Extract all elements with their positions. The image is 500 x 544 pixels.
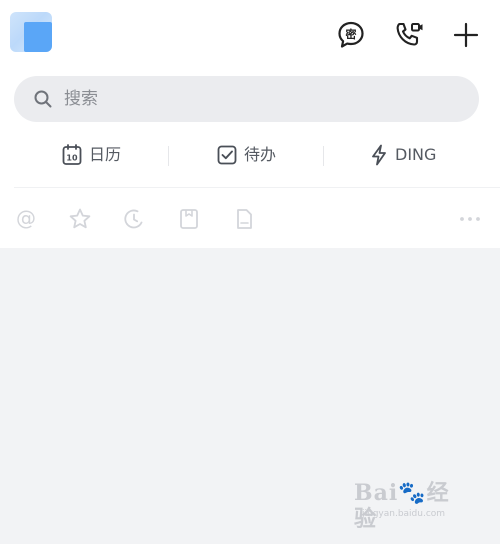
quick-action-label: DING [395, 145, 437, 164]
svg-text:@: @ [16, 207, 36, 230]
divider [14, 187, 500, 188]
documents-button[interactable] [176, 206, 202, 232]
calendar-icon: 10 [62, 144, 82, 165]
calendar-badge: 10 [66, 154, 78, 163]
search-bar[interactable]: 搜索 [14, 76, 479, 122]
secret-chat-glyph: 密 [346, 27, 357, 41]
watermark: Bai🐾经验 jingyan.baidu.com [354, 480, 466, 532]
lightning-icon [372, 144, 386, 166]
more-button[interactable] [455, 206, 485, 232]
file-icon [237, 209, 252, 229]
secret-chat-button[interactable]: 密 [334, 18, 368, 52]
add-button[interactable] [449, 18, 483, 52]
at-icon: @ [16, 207, 36, 230]
phone-video-icon [396, 22, 423, 46]
separator [323, 146, 324, 166]
recent-button[interactable] [121, 206, 147, 232]
favorites-button[interactable] [67, 206, 93, 232]
quick-action-ding[interactable]: DING [370, 142, 436, 168]
quick-action-calendar[interactable]: 10 日历 [62, 142, 121, 168]
star-icon [69, 208, 91, 229]
phone-video-button[interactable] [392, 18, 426, 52]
user-avatar[interactable] [10, 12, 52, 52]
quick-action-label: 日历 [89, 145, 122, 164]
mentions-button[interactable]: @ [13, 206, 39, 232]
search-placeholder: 搜索 [64, 89, 98, 109]
bookmark-doc-icon [180, 209, 198, 229]
quick-actions-row: 10 日历 待办 DING [0, 132, 500, 178]
more-icon [460, 217, 480, 221]
filter-toolbar: @ [0, 198, 500, 240]
clock-icon [124, 209, 143, 229]
search-icon [34, 90, 52, 108]
top-panel: 密 搜索 10 日历 待办 DING @ [0, 0, 500, 248]
secret-chat-icon: 密 [338, 21, 364, 48]
todo-check-icon [217, 145, 237, 165]
files-button[interactable] [231, 206, 257, 232]
header-bar: 密 [0, 0, 500, 70]
plus-icon [453, 22, 479, 48]
watermark-url: jingyan.baidu.com [362, 509, 446, 519]
quick-action-todo[interactable]: 待办 [217, 142, 276, 168]
watermark-logo: Bai🐾经验 [354, 480, 450, 532]
avatar-square [24, 22, 52, 52]
quick-action-label: 待办 [244, 145, 277, 164]
separator [168, 146, 169, 166]
